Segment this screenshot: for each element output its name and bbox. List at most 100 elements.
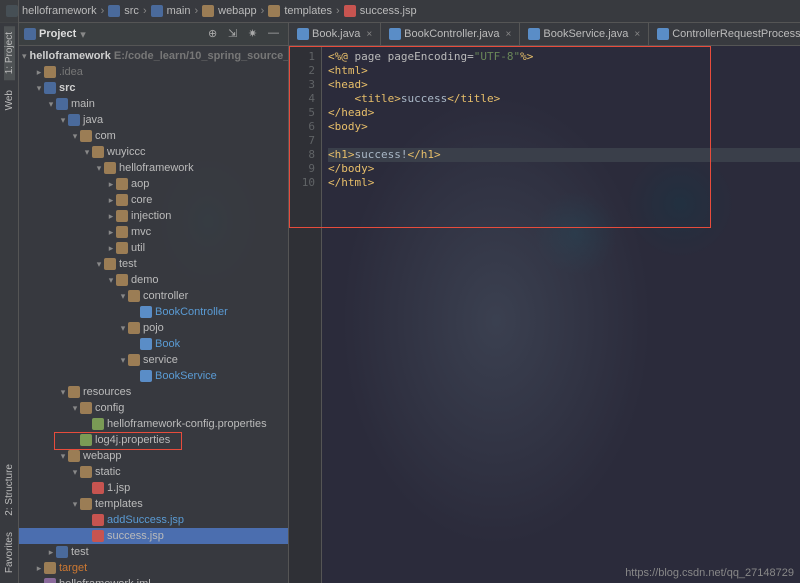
close-icon[interactable]: × [506, 29, 512, 40]
code-line[interactable]: <body> [328, 120, 800, 134]
crumb-file[interactable]: success.jsp [360, 5, 417, 17]
code-line[interactable]: </html> [328, 176, 800, 190]
tree-row[interactable]: ▾main [18, 96, 288, 112]
tree-row[interactable]: Book [18, 336, 288, 352]
crumb-main[interactable]: main [167, 5, 191, 17]
code-line[interactable]: </body> [328, 162, 800, 176]
editor-tab[interactable]: BookService.java× [520, 23, 649, 45]
tree-row[interactable]: ▾test [18, 256, 288, 272]
tree-label: pojo [143, 322, 164, 334]
tree-row[interactable]: ▾templates [18, 496, 288, 512]
code-line[interactable]: <h1>success!</h1> [328, 148, 800, 162]
tree-row[interactable]: ▾config [18, 400, 288, 416]
tree-label: webapp [83, 450, 122, 462]
tree-row[interactable]: ▾demo [18, 272, 288, 288]
iml-icon [44, 578, 56, 583]
tree-label: addSuccess.jsp [107, 514, 184, 526]
dir-icon [44, 562, 56, 574]
jsp-icon [344, 5, 356, 17]
tree-row[interactable]: ▾wuyiccc [18, 144, 288, 160]
tree-row[interactable]: ▸core [18, 192, 288, 208]
code-line[interactable]: <title>success</title> [328, 92, 800, 106]
tree-row[interactable]: ▾service [18, 352, 288, 368]
locate-icon[interactable]: ⊕ [208, 27, 222, 41]
tree-label: wuyiccc [107, 146, 146, 158]
dir-icon [116, 178, 128, 190]
tree-row[interactable]: success.jsp [18, 528, 288, 544]
gear-icon[interactable]: ✷ [248, 27, 262, 41]
dir-blue-icon [56, 546, 68, 558]
editor-tab[interactable]: ControllerRequestProcessor.java× [649, 23, 800, 45]
code-line[interactable] [328, 134, 800, 148]
tree-row[interactable]: ▾helloframework [18, 160, 288, 176]
project-header: Project ▾ ⊕ ⇲ ✷ ― [18, 23, 288, 46]
hide-icon[interactable]: ― [268, 27, 282, 41]
crumb-src[interactable]: src [124, 5, 139, 17]
tree-row[interactable]: ▾helloframework E:/code_learn/10_spring_… [18, 48, 288, 64]
tree-label: mvc [131, 226, 151, 238]
tree-label: resources [83, 386, 131, 398]
tree-label: demo [131, 274, 159, 286]
tool-tab-project[interactable]: 1: Project [4, 26, 15, 80]
collapse-icon[interactable]: ⇲ [228, 27, 242, 41]
tool-tab-web[interactable]: Web [4, 84, 15, 116]
code-line[interactable]: <html> [328, 64, 800, 78]
tree-row[interactable]: ▾webapp [18, 448, 288, 464]
tree-row[interactable]: ▸test [18, 544, 288, 560]
tree-label: config [95, 402, 124, 414]
tree-row[interactable]: addSuccess.jsp [18, 512, 288, 528]
tree-row[interactable]: helloframework.iml [18, 576, 288, 583]
project-tree[interactable]: ▾helloframework E:/code_learn/10_spring_… [18, 46, 288, 583]
java-icon [657, 28, 669, 40]
jsp-icon [92, 482, 104, 494]
tree-row[interactable]: ▾static [18, 464, 288, 480]
tree-row[interactable]: BookController [18, 304, 288, 320]
tree-row[interactable]: ▸mvc [18, 224, 288, 240]
tree-row[interactable]: ▾java [18, 112, 288, 128]
dir-icon [128, 322, 140, 334]
close-icon[interactable]: × [634, 29, 640, 40]
tree-row[interactable]: ▾resources [18, 384, 288, 400]
tree-row[interactable]: helloframework-config.properties [18, 416, 288, 432]
code-line[interactable]: <%@ page pageEncoding="UTF-8"%> [328, 50, 800, 64]
tool-tab-favorites[interactable]: Favorites [4, 526, 15, 579]
dir-icon [116, 274, 128, 286]
tree-row[interactable]: ▸util [18, 240, 288, 256]
crumb-webapp[interactable]: webapp [218, 5, 257, 17]
code-area[interactable]: <%@ page pageEncoding="UTF-8"%><html><he… [322, 46, 800, 583]
crumb-templates[interactable]: templates [284, 5, 332, 17]
tree-row[interactable]: ▾src [18, 80, 288, 96]
tree-label: BookController [155, 306, 228, 318]
tree-row[interactable]: ▾pojo [18, 320, 288, 336]
tool-tab-structure[interactable]: 2: Structure [4, 458, 15, 522]
tree-label: 1.jsp [107, 482, 130, 494]
tree-label: helloframework.iml [59, 578, 151, 583]
tree-row[interactable]: ▸target [18, 560, 288, 576]
folder-icon [24, 28, 36, 40]
folder-icon [268, 5, 280, 17]
java-icon [140, 370, 152, 382]
tree-label: helloframework [119, 162, 194, 174]
dir-icon [116, 210, 128, 222]
editor-tabs: Book.java×BookController.java×BookServic… [289, 23, 800, 46]
editor-tab[interactable]: BookController.java× [381, 23, 520, 45]
tree-row[interactable]: ▸injection [18, 208, 288, 224]
code-line[interactable]: <head> [328, 78, 800, 92]
tree-row[interactable]: BookService [18, 368, 288, 384]
breadcrumb: helloframework › src › main › webapp › t… [0, 0, 800, 23]
crumb-project[interactable]: helloframework [22, 5, 97, 17]
tree-row[interactable]: ▸.idea [18, 64, 288, 80]
tree-row[interactable]: 1.jsp [18, 480, 288, 496]
tree-row[interactable]: ▾com [18, 128, 288, 144]
code-line[interactable]: </head> [328, 106, 800, 120]
dir-icon [128, 354, 140, 366]
dir-icon [92, 146, 104, 158]
tree-row[interactable]: ▾controller [18, 288, 288, 304]
tree-row[interactable]: ▸aop [18, 176, 288, 192]
dir-icon [80, 130, 92, 142]
editor-tab[interactable]: Book.java× [289, 23, 381, 45]
folder-icon [151, 5, 163, 17]
folder-icon [202, 5, 214, 17]
close-icon[interactable]: × [366, 29, 372, 40]
watermark: https://blog.csdn.net/qq_27148729 [625, 567, 794, 579]
